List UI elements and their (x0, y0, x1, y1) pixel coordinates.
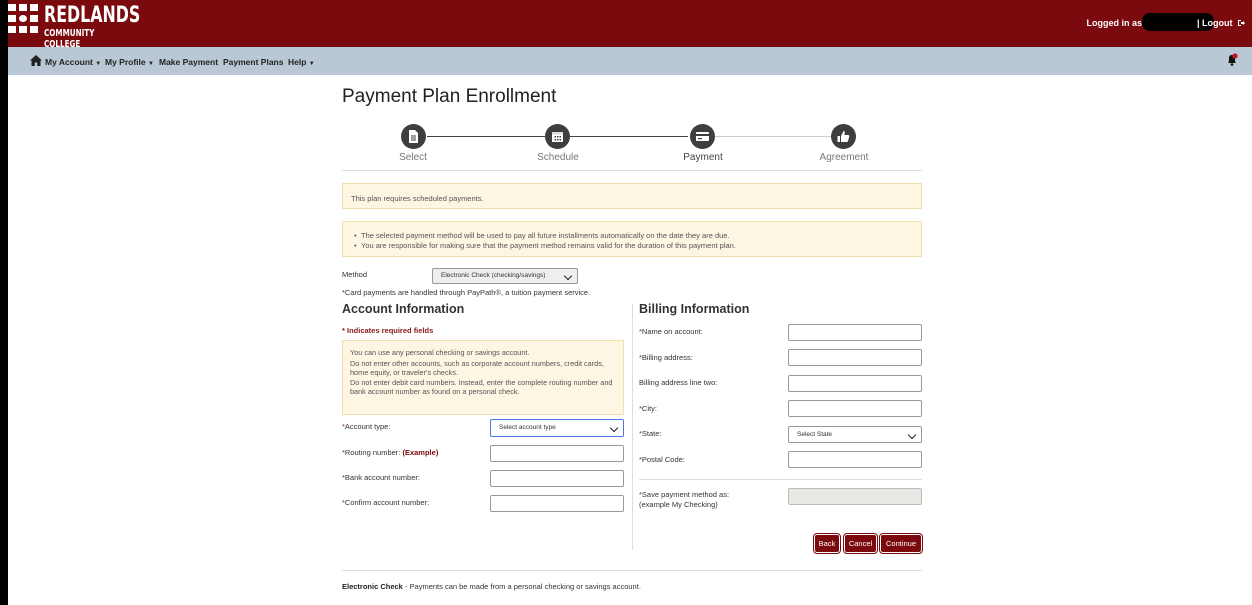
method-selected: Electronic Check (checking/savings) (441, 272, 546, 279)
billing-address-input[interactable] (788, 349, 922, 366)
billing-divider (639, 479, 922, 480)
info-text: Do not enter debit card numbers. Instead… (350, 378, 613, 397)
card-payment-note: *Card payments are handled through PayPa… (342, 288, 591, 297)
routing-label: *Routing number: (Example) (342, 448, 439, 457)
city-input[interactable] (788, 400, 922, 417)
required-fields-note: * Indicates required fields (342, 326, 434, 335)
billing-address2-label: Billing address line two: (639, 378, 718, 387)
caret-down-icon: ▼ (148, 61, 154, 67)
info-text: You can use any personal checking or sav… (350, 348, 530, 357)
page-title: Payment Plan Enrollment (342, 86, 557, 107)
step-label-select: Select (399, 152, 427, 163)
postal-code-input[interactable] (788, 451, 922, 468)
step-label-agreement: Agreement (819, 152, 869, 163)
stepper-connector (427, 136, 545, 137)
account-type-select[interactable]: Select account type (490, 419, 624, 437)
confirm-account-label: *Confirm account number: (342, 498, 430, 507)
logo-mark-icon (8, 2, 40, 42)
name-on-account-label: *Name on account: (639, 327, 703, 336)
chevron-down-icon (907, 430, 917, 439)
save-method-input[interactable] (788, 488, 922, 505)
scheduled-payments-alert: This plan requires scheduled payments. (342, 183, 922, 209)
logout-icon (1238, 20, 1245, 26)
state-label: *State: (639, 429, 662, 438)
confirm-account-input[interactable] (490, 495, 624, 512)
notice-bullet: The selected payment method will be used… (347, 231, 917, 241)
payment-method-notice: The selected payment method will be used… (342, 221, 922, 257)
continue-button[interactable]: Continue (879, 533, 923, 554)
step-schedule-circle (545, 124, 570, 149)
nav-my-account[interactable]: My Account ▼ (45, 57, 101, 67)
nav-my-profile[interactable]: My Profile ▼ (105, 57, 154, 67)
state-selected: Select State (797, 431, 833, 438)
routing-example-link[interactable]: (Example) (402, 448, 438, 457)
bank-account-input[interactable] (490, 470, 624, 487)
window-left-edge (0, 0, 8, 605)
chevron-down-icon (563, 271, 573, 281)
main-nav: My Account ▼ My Profile ▼ Make Payment P… (8, 47, 1252, 75)
method-label: Method (342, 270, 368, 279)
bell-icon[interactable] (1226, 53, 1238, 67)
notice-bullet: You are responsible for making sure that… (347, 241, 917, 251)
stepper-divider (342, 170, 922, 171)
chevron-down-icon (609, 423, 619, 433)
step-label-schedule: Schedule (537, 152, 579, 163)
nav-help[interactable]: Help ▼ (288, 57, 315, 67)
step-agreement-circle (831, 124, 856, 149)
college-logo[interactable]: REDLANDS COMMUNITY COLLEGE (8, 2, 148, 50)
thumbs-up-icon (837, 131, 850, 142)
calendar-icon (552, 132, 563, 142)
cancel-button[interactable]: Cancel (843, 533, 878, 554)
method-select[interactable]: Electronic Check (checking/savings) (432, 268, 578, 284)
back-button[interactable]: Back (813, 533, 841, 554)
account-type-selected: Select account type (499, 424, 556, 431)
info-text: Do not enter other accounts, such as cor… (350, 358, 604, 377)
document-icon (409, 130, 418, 143)
nav-payment-plans[interactable]: Payment Plans (223, 57, 283, 67)
stepper-connector (570, 136, 688, 137)
step-select-circle (401, 124, 426, 149)
step-payment-circle (690, 124, 715, 149)
nav-make-payment[interactable]: Make Payment (159, 57, 218, 67)
logout-label: | Logout (1196, 18, 1233, 28)
city-label: *City: (639, 404, 657, 413)
billing-address-label: *Billing address: (639, 353, 693, 362)
account-type-label: *Account type: (342, 422, 391, 431)
caret-down-icon: ▼ (95, 61, 102, 67)
logged-in-label: Logged in as: (1086, 18, 1146, 28)
postal-code-label: *Postal Code: (639, 455, 685, 464)
billing-address2-input[interactable] (788, 375, 922, 392)
alert-text: This plan requires scheduled payments. (351, 194, 484, 203)
column-divider (632, 304, 633, 550)
electronic-check-note: Electronic Check - Payments can be made … (342, 582, 641, 591)
account-info-box: You can use any personal checking or sav… (342, 340, 624, 415)
footer-divider (342, 570, 922, 571)
logo-title: REDLANDS (44, 3, 141, 28)
caret-down-icon: ▼ (308, 61, 315, 67)
credit-card-icon (696, 132, 709, 141)
logout-link[interactable]: | Logout (1197, 18, 1245, 28)
stepper-connector (713, 136, 831, 137)
save-method-label: *Save payment method as: (example My Chec… (639, 490, 730, 509)
name-on-account-input[interactable] (788, 324, 922, 341)
bank-account-label: *Bank account number: (342, 473, 420, 482)
routing-number-input[interactable] (490, 445, 624, 462)
account-info-title: Account Information (342, 302, 465, 316)
state-select[interactable]: Select State (788, 426, 922, 443)
step-label-payment: Payment (683, 152, 723, 163)
top-header: REDLANDS COMMUNITY COLLEGE Logged in as:… (8, 0, 1252, 50)
home-icon[interactable] (30, 55, 42, 66)
billing-info-title: Billing Information (639, 302, 750, 316)
